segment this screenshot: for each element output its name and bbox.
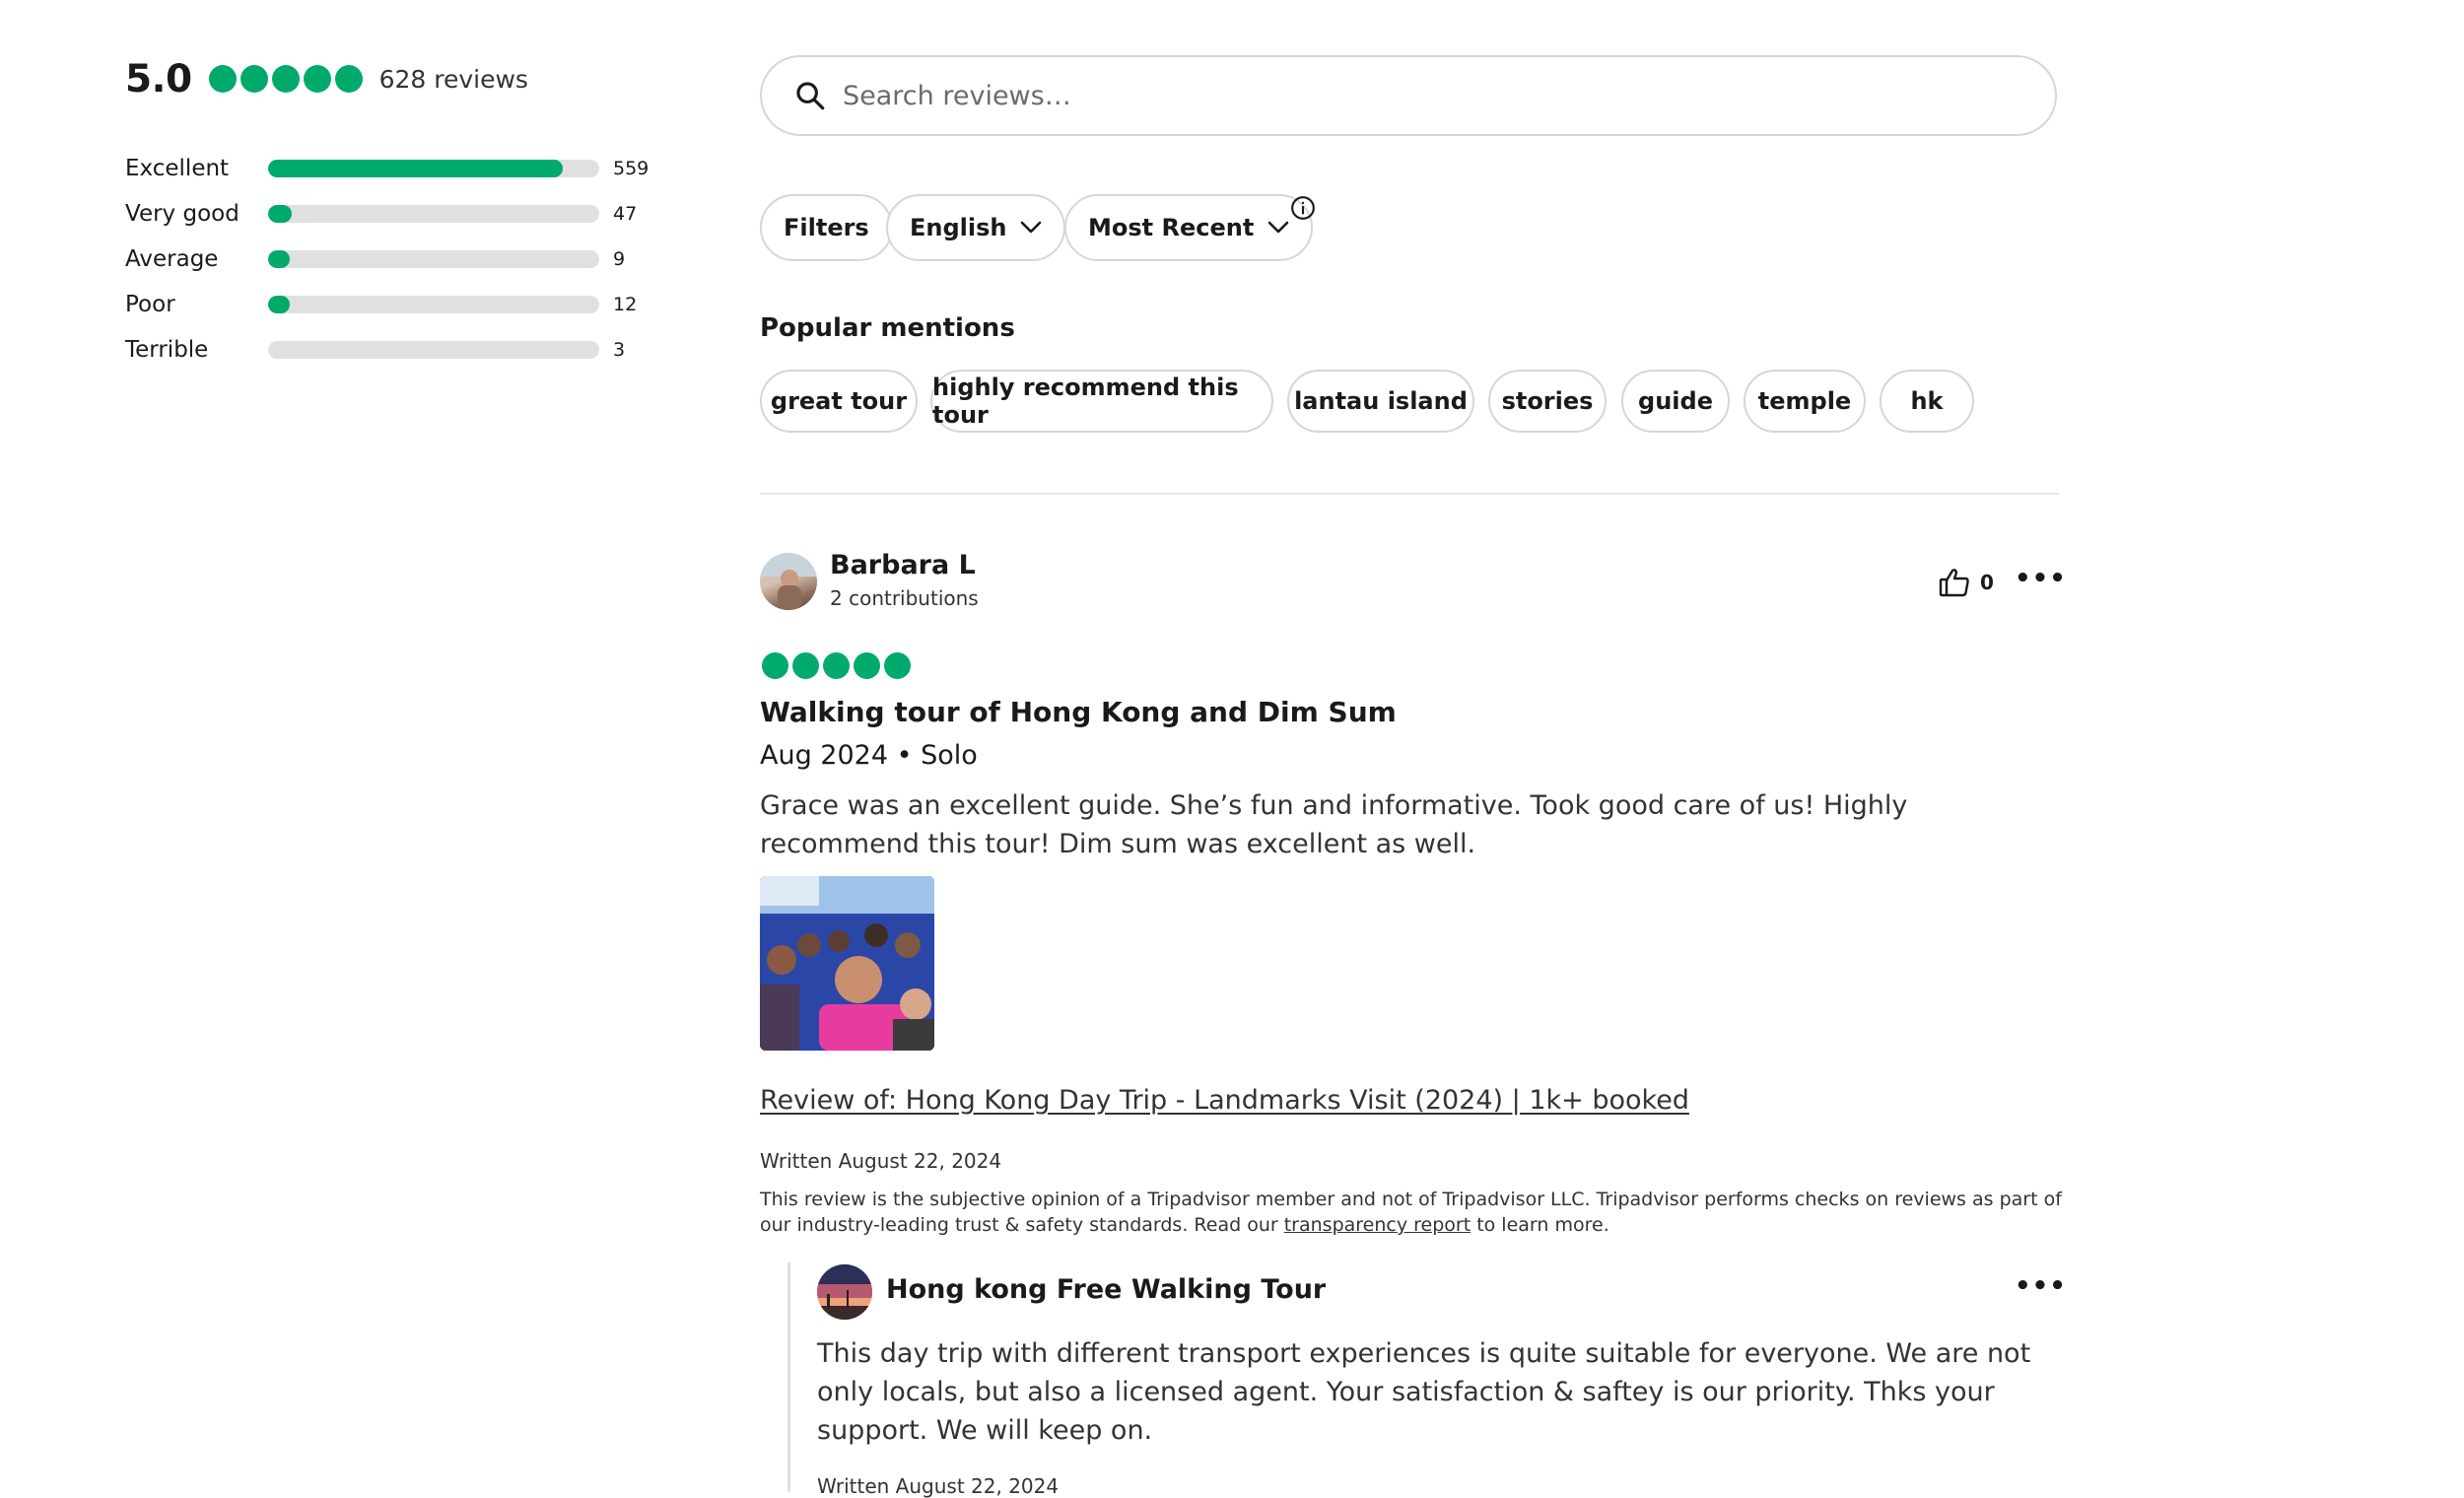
filters-button[interactable]: Filters bbox=[760, 194, 893, 261]
owner-response-body: This day trip with different transport e… bbox=[817, 1338, 2031, 1446]
rating-breakdown: Excellent 559 Very good 47 Average 9 Poo… bbox=[125, 146, 677, 373]
rating-bubble bbox=[823, 652, 850, 679]
rating-bar-fill bbox=[268, 250, 290, 268]
rating-row-label: Excellent bbox=[125, 156, 230, 181]
filters-button-label: Filters bbox=[784, 214, 869, 241]
rating-bubble bbox=[334, 65, 363, 93]
transparency-report-link[interactable]: transparency report bbox=[1284, 1214, 1471, 1236]
rating-bar-track bbox=[268, 341, 599, 359]
review-title: Walking tour of Hong Kong and Dim Sum bbox=[760, 696, 1397, 728]
rating-bar-fill bbox=[268, 296, 290, 313]
rating-bar-fill bbox=[268, 160, 563, 177]
overall-rating-bubbles bbox=[208, 65, 363, 93]
language-dropdown[interactable]: English bbox=[886, 194, 1066, 261]
chevron-down-icon bbox=[1021, 221, 1042, 234]
helpful-vote-button[interactable]: 0 bbox=[1939, 568, 1994, 597]
mention-chip[interactable]: stories bbox=[1488, 370, 1607, 433]
rating-row-label: Average bbox=[125, 246, 219, 272]
section-divider bbox=[760, 493, 2059, 495]
owner-avatar[interactable] bbox=[817, 1264, 872, 1320]
chevron-down-icon bbox=[1268, 221, 1289, 234]
rating-row-very-good[interactable]: Very good 47 bbox=[125, 191, 677, 237]
mention-chip[interactable]: great tour bbox=[760, 370, 918, 433]
rating-row-excellent[interactable]: Excellent 559 bbox=[125, 146, 677, 191]
overall-score: 5.0 bbox=[125, 56, 192, 102]
reviewer-contributions: 2 contributions bbox=[830, 586, 979, 610]
search-icon bbox=[796, 82, 825, 110]
popular-mentions-title: Popular mentions bbox=[760, 313, 1015, 343]
review-of-link[interactable]: Review of: Hong Kong Day Trip - Landmark… bbox=[760, 1085, 1689, 1116]
review-disclaimer: This review is the subjective opinion of… bbox=[760, 1187, 2071, 1238]
rating-bubble bbox=[240, 65, 268, 93]
rating-bubble bbox=[271, 65, 300, 93]
rating-row-count: 47 bbox=[613, 203, 638, 225]
owner-avatar-image bbox=[817, 1264, 872, 1320]
mention-chip[interactable]: hk bbox=[1880, 370, 1974, 433]
mention-chip[interactable]: guide bbox=[1621, 370, 1730, 433]
review-photo-image bbox=[760, 876, 934, 1051]
rating-bubble bbox=[854, 652, 880, 679]
rating-summary: 5.0 628 reviews Excellent 559 Very good … bbox=[125, 51, 677, 373]
search-reviews-input[interactable] bbox=[841, 79, 1978, 112]
thumbs-up-icon bbox=[1939, 569, 1969, 597]
helpful-count: 0 bbox=[1980, 571, 1994, 594]
reviewer-avatar[interactable] bbox=[760, 553, 817, 610]
rating-row-average[interactable]: Average 9 bbox=[125, 237, 677, 282]
rating-row-poor[interactable]: Poor 12 bbox=[125, 282, 677, 327]
review-body: Grace was an excellent guide. She’s fun … bbox=[760, 790, 1908, 859]
info-icon[interactable] bbox=[1290, 195, 1316, 221]
rating-row-label: Very good bbox=[125, 201, 240, 227]
mention-chip[interactable]: highly recommend this tour bbox=[930, 370, 1273, 433]
rating-bar-track bbox=[268, 160, 599, 177]
language-dropdown-label: English bbox=[910, 214, 1007, 241]
mention-chip[interactable]: temple bbox=[1744, 370, 1866, 433]
rating-bubble bbox=[762, 652, 788, 679]
rating-bar-fill bbox=[268, 205, 292, 223]
owner-response-date: Written August 22, 2024 bbox=[817, 1474, 1060, 1498]
rating-bubble bbox=[208, 65, 237, 93]
review-rating-bubbles bbox=[762, 652, 911, 679]
response-thread-line bbox=[787, 1262, 790, 1492]
sort-dropdown-label: Most Recent bbox=[1088, 214, 1255, 241]
rating-bar-track bbox=[268, 250, 599, 268]
review-photo[interactable] bbox=[760, 876, 934, 1051]
rating-bar-track bbox=[268, 205, 599, 223]
rating-row-count: 12 bbox=[613, 294, 638, 315]
rating-row-count: 559 bbox=[613, 158, 650, 179]
reviewer-avatar-image bbox=[760, 553, 817, 610]
more-options-icon[interactable]: ••• bbox=[2015, 1271, 2067, 1301]
score-line: 5.0 628 reviews bbox=[125, 51, 677, 106]
rating-bubble bbox=[792, 652, 819, 679]
disclaimer-text-end: to learn more. bbox=[1471, 1214, 1609, 1236]
search-reviews-box[interactable] bbox=[760, 55, 2057, 136]
rating-bar-track bbox=[268, 296, 599, 313]
rating-bubble bbox=[303, 65, 331, 93]
review-trip-date-type: Aug 2024 • Solo bbox=[760, 740, 978, 771]
rating-row-label: Poor bbox=[125, 292, 175, 317]
rating-row-label: Terrible bbox=[125, 337, 209, 363]
rating-row-count: 3 bbox=[613, 339, 626, 361]
rating-row-terrible[interactable]: Terrible 3 bbox=[125, 327, 677, 373]
owner-name[interactable]: Hong kong Free Walking Tour bbox=[886, 1274, 1326, 1305]
total-review-count: 628 reviews bbox=[378, 64, 528, 94]
reviewer-name[interactable]: Barbara L bbox=[830, 550, 976, 580]
mention-chip[interactable]: lantau island bbox=[1287, 370, 1474, 433]
sort-dropdown[interactable]: Most Recent bbox=[1064, 194, 1314, 261]
review-written-date: Written August 22, 2024 bbox=[760, 1149, 1002, 1173]
more-options-icon[interactable]: ••• bbox=[2015, 564, 2067, 593]
rating-bubble bbox=[884, 652, 911, 679]
rating-row-count: 9 bbox=[613, 248, 626, 270]
